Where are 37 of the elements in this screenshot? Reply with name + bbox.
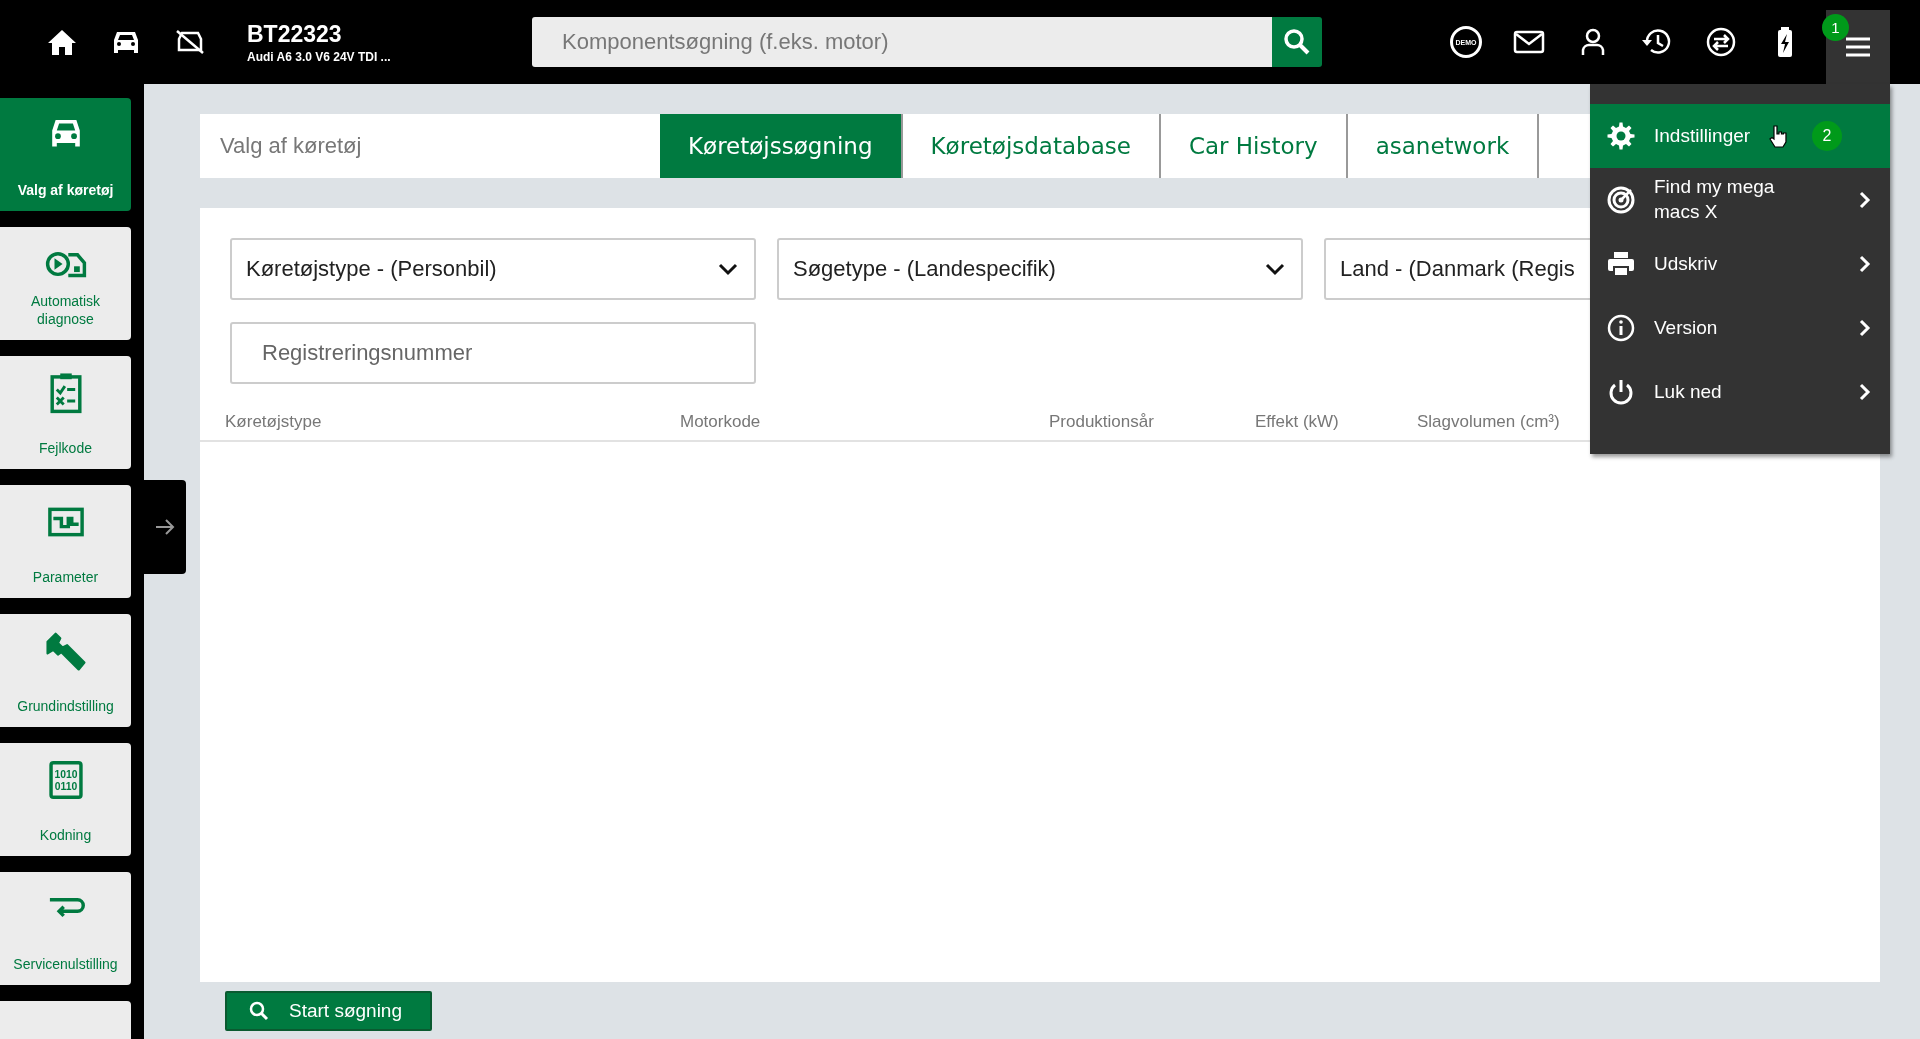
page-title: Valg af køretøj: [220, 133, 362, 159]
settings-icon: [1606, 121, 1636, 151]
column-header: Motorkode: [680, 412, 762, 432]
sidebar-item[interactable]: Grundindstilling: [0, 614, 131, 727]
start-search-button[interactable]: Start søgning: [225, 991, 432, 1031]
sidebar-item[interactable]: Valg af køretøj: [0, 98, 131, 211]
menu-item[interactable]: Luk ned: [1590, 360, 1890, 424]
sidebar-item[interactable]: Automatisk diagnose: [0, 227, 131, 340]
menu-item[interactable]: Udskriv: [1590, 232, 1890, 296]
vehicle-id: BT22323: [247, 20, 343, 48]
target-icon: [1606, 185, 1636, 215]
search-icon: [1283, 28, 1311, 56]
info-icon: [1606, 313, 1636, 343]
menu-item[interactable]: Version: [1590, 296, 1890, 360]
search-icon: [249, 1001, 269, 1021]
column-header: Slagvolumen (cm³): [1417, 412, 1561, 432]
dropdown[interactable]: Søgetype - (Landespecifik): [777, 238, 1303, 300]
menu-item[interactable]: Indstillinger 2: [1590, 104, 1890, 168]
vehicle-name: Audi A6 3.0 V6 24V TDI ...: [247, 49, 392, 64]
dropdown[interactable]: Køretøjstype - (Personbil): [230, 238, 756, 300]
menu-icon: [1844, 36, 1872, 58]
tab[interactable]: Køretøjssøgning: [660, 114, 903, 178]
notification-badge: 1: [1822, 14, 1849, 41]
registration-field[interactable]: Registreringsnummer: [230, 322, 756, 384]
component-search-field[interactable]: Komponentsøgning (f.eks. motor): [532, 17, 1272, 67]
hand-cursor-icon: [1768, 124, 1789, 148]
search-button[interactable]: [1272, 17, 1322, 67]
sidebar-item[interactable]: Fejlkode: [0, 356, 131, 469]
sidebar-item[interactable]: Parameter: [0, 485, 131, 598]
sidebar-item[interactable]: 1010 0110 Kodning: [0, 743, 131, 856]
sync-icon[interactable]: [1704, 25, 1738, 59]
column-header: Effekt (kW): [1255, 412, 1340, 432]
sidebar-item[interactable]: Servicenulstilling: [0, 872, 131, 985]
notification-badge: 2: [1812, 121, 1842, 151]
menu-item[interactable]: Find my mega macs X: [1590, 168, 1890, 232]
column-header: Køretøjstype: [225, 412, 323, 432]
column-header: Produktionsår: [1049, 412, 1155, 432]
